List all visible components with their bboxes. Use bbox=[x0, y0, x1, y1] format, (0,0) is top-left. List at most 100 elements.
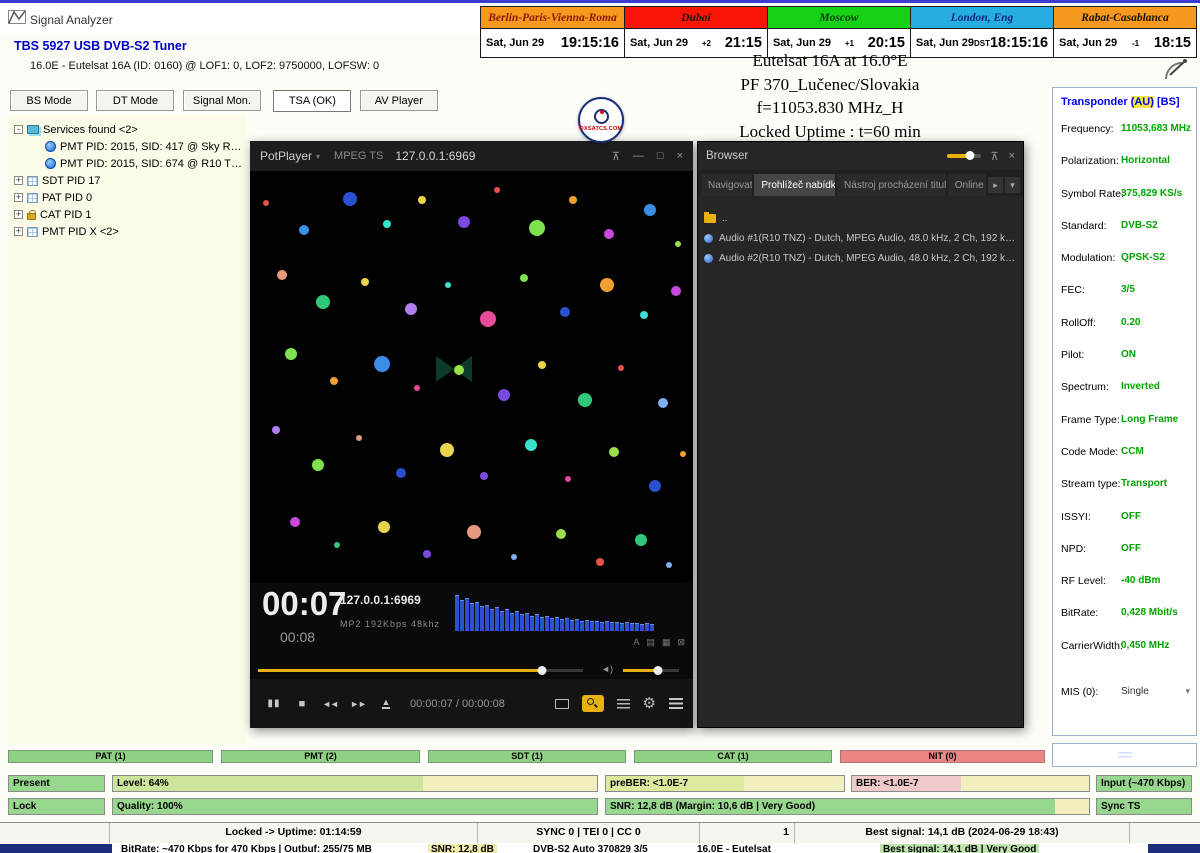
app-title: Signal Analyzer bbox=[30, 13, 113, 27]
tab-tsa[interactable]: TSA (OK) bbox=[273, 90, 351, 112]
video-circle bbox=[498, 389, 510, 401]
spectrum-bar bbox=[620, 624, 624, 631]
statusbar-best-signal: Best signal: 14,1 dB (2024-06-29 18:43) bbox=[795, 823, 1130, 843]
tab-dt-mode[interactable]: DT Mode bbox=[96, 90, 174, 111]
stop-button[interactable]: ■ bbox=[288, 689, 316, 719]
tree-item[interactable]: -Services found <2> bbox=[8, 121, 246, 138]
clock-time: 18:15:16 bbox=[990, 35, 1048, 51]
volume-slider[interactable] bbox=[623, 669, 679, 672]
expand-icon[interactable]: + bbox=[14, 227, 23, 236]
tree-item[interactable]: PMT PID: 2015, SID: 674 @ R10 TNZ (BP-TN… bbox=[8, 155, 246, 172]
maximize-icon[interactable]: □ bbox=[657, 150, 664, 163]
audio-spectrum bbox=[455, 593, 685, 631]
minimize-icon[interactable]: — bbox=[633, 150, 644, 163]
ber-meter: BER: <1.0E-7 bbox=[851, 775, 1090, 792]
seek-row: ◄) bbox=[250, 661, 693, 679]
transponder-row: Frequency:11053,683 MHz bbox=[1053, 120, 1196, 152]
spectrum-bar bbox=[455, 596, 459, 631]
video-circle bbox=[600, 278, 614, 292]
seek-bar[interactable] bbox=[258, 669, 583, 672]
pin-icon[interactable]: ⊼ bbox=[612, 150, 620, 163]
lock-indicator: Lock bbox=[8, 798, 105, 815]
close-box-icon[interactable]: ⊠ bbox=[677, 637, 685, 648]
opacity-slider[interactable] bbox=[947, 154, 981, 158]
chevron-right-icon[interactable]: ▸ bbox=[988, 177, 1003, 193]
volume-handle[interactable] bbox=[653, 666, 662, 675]
video-circle bbox=[423, 550, 431, 558]
previous-button[interactable]: ◄◄ bbox=[316, 689, 344, 719]
annotation-line: Locked Uptime : t=60 min bbox=[690, 120, 970, 144]
expand-icon[interactable]: + bbox=[14, 176, 23, 185]
transponder-row: CarrierWidth:0,450 MHz bbox=[1053, 637, 1196, 669]
statusbar-cell bbox=[0, 823, 110, 843]
chevron-down-icon[interactable]: ▾ bbox=[316, 152, 320, 161]
tab-online[interactable]: Online bbox=[948, 174, 986, 196]
video-circle bbox=[480, 311, 496, 327]
clock-city-name: Rabat-Casablanca bbox=[1053, 7, 1196, 28]
tree-item[interactable]: PMT PID: 2015, SID: 417 @ Sky Radio TNZ … bbox=[8, 138, 246, 155]
video-circle bbox=[440, 443, 454, 457]
spectrum-bar bbox=[540, 618, 544, 631]
spectrum-bar bbox=[635, 624, 639, 631]
snr-meter: SNR: 12,8 dB (Margin: 10,6 dB | Very Goo… bbox=[605, 798, 1090, 815]
potplayer-titlebar[interactable]: PotPlayer ▾ MPEG TS 127.0.0.1:6969 ⊼ — □… bbox=[250, 141, 693, 171]
next-button[interactable]: ►► bbox=[344, 689, 372, 719]
search-icon[interactable] bbox=[582, 695, 604, 712]
expand-icon[interactable]: + bbox=[14, 210, 23, 219]
collapse-icon[interactable]: - bbox=[14, 125, 23, 134]
transponder-label: Modulation: bbox=[1061, 252, 1115, 264]
seek-handle[interactable] bbox=[538, 666, 547, 675]
spectrum-bar bbox=[510, 614, 514, 631]
clock-city-time: Sat, Jun 29-118:15 bbox=[1053, 28, 1196, 57]
opacity-handle[interactable] bbox=[966, 151, 975, 160]
tree-item-label: PAT PID 0 bbox=[42, 192, 92, 204]
table-icon bbox=[27, 176, 38, 186]
tab-navigovat[interactable]: Navigovat bbox=[701, 174, 752, 196]
folder-icon bbox=[704, 214, 716, 223]
video-circle bbox=[334, 542, 340, 548]
spectrum-bar bbox=[545, 617, 549, 631]
tab-av-player[interactable]: AV Player bbox=[360, 90, 438, 111]
volume-icon[interactable]: ◄) bbox=[601, 664, 613, 674]
tree-item[interactable]: + PAT PID 0 bbox=[8, 189, 246, 206]
tab-signal-mon[interactable]: Signal Mon. bbox=[183, 90, 261, 111]
clock-city-name: Moscow bbox=[767, 7, 910, 28]
browser-window: Browser ⊼ × Navigovat Prohlížeč nabídky … bbox=[697, 141, 1024, 728]
tab-bs-mode[interactable]: BS Mode bbox=[10, 90, 88, 111]
grid-icon[interactable]: ▦ bbox=[662, 637, 671, 648]
chevron-down-icon[interactable]: ▾ bbox=[1005, 177, 1020, 193]
list-item[interactable]: Audio #2(R10 TNZ) - Dutch, MPEG Audio, 4… bbox=[704, 248, 1017, 268]
tab-nastroj-prochazeni-titulku[interactable]: Nástroj procházení titulků bbox=[837, 174, 946, 196]
transponder-row: Polarization:Horizontal bbox=[1053, 152, 1196, 184]
tab-prohlizec-nabidky[interactable]: Prohlížeč nabídky bbox=[754, 174, 835, 196]
close-icon[interactable]: × bbox=[1009, 150, 1015, 162]
list-item[interactable]: .. bbox=[704, 208, 1017, 228]
panel-icon[interactable]: ▤ bbox=[646, 637, 655, 648]
display-icon[interactable] bbox=[555, 699, 569, 709]
browser-tabs: Navigovat Prohlížeč nabídky Nástroj proc… bbox=[698, 170, 1023, 196]
letter-a-icon[interactable]: A bbox=[633, 637, 639, 648]
menu-icon[interactable] bbox=[669, 698, 683, 709]
settings-icon[interactable]: ⚙ bbox=[643, 696, 656, 711]
video-circle bbox=[343, 192, 357, 206]
tree-item[interactable]: +PMT PID X <2> bbox=[8, 223, 246, 240]
list-item[interactable]: Audio #1(R10 TNZ) - Dutch, MPEG Audio, 4… bbox=[704, 228, 1017, 248]
pause-button[interactable]: ▮▮ bbox=[260, 689, 288, 719]
playlist-icon[interactable] bbox=[617, 699, 630, 709]
transponder-row: Symbol Rate:375,829 KS/s bbox=[1053, 185, 1196, 217]
expand-icon[interactable]: + bbox=[14, 193, 23, 202]
tree-item[interactable]: +CAT PID 1 bbox=[8, 206, 246, 223]
spectrum-bar bbox=[570, 621, 574, 631]
quality-meter: Quality: 100% bbox=[112, 798, 598, 815]
video-area[interactable] bbox=[250, 171, 693, 583]
pin-icon[interactable]: ⊼ bbox=[991, 150, 999, 163]
tree-item[interactable]: +SDT PID 17 bbox=[8, 172, 246, 189]
dropdown-chevron-icon[interactable]: ▾ bbox=[1185, 686, 1190, 697]
tree-item-label: PMT PID: 2015, SID: 674 @ R10 TNZ (BP-TN… bbox=[60, 158, 246, 170]
browser-titlebar[interactable]: Browser ⊼ × bbox=[698, 142, 1023, 170]
close-icon[interactable]: × bbox=[677, 150, 683, 163]
eject-button[interactable]: ▲ bbox=[372, 689, 400, 719]
transponder-label: Frequency: bbox=[1061, 123, 1114, 135]
potplayer-menu[interactable]: PotPlayer bbox=[260, 149, 312, 163]
spectrum-bar bbox=[520, 615, 524, 631]
